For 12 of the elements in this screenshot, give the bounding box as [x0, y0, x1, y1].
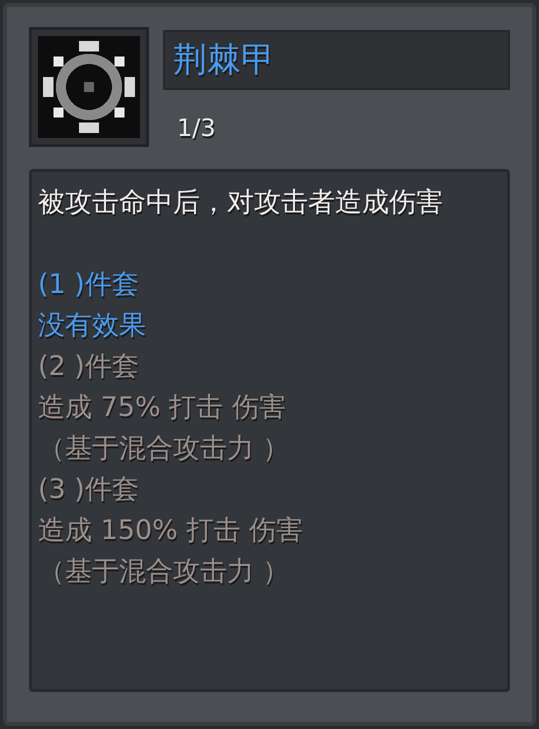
description-text: 被攻击命中后，对攻击者造成伤害 [38, 186, 444, 220]
item-count: 1/3 [177, 113, 217, 144]
gear-icon [38, 36, 140, 138]
set-effect-text: （基于混合攻击力 ） [38, 432, 291, 466]
set-tier-label: (3 )件套 [38, 473, 140, 507]
set-tier-label: (2 )件套 [38, 350, 140, 384]
set-effect-text: 造成 150% 打击 伤害 [38, 514, 304, 548]
set-effect-text: （基于混合攻击力 ） [38, 555, 291, 589]
set-effect-text: 没有效果 [38, 309, 147, 343]
item-name: 荆棘甲 [163, 30, 510, 90]
set-effect-text: 造成 75% 打击 伤害 [38, 391, 287, 425]
set-tier-label: (1 )件套 [38, 268, 140, 302]
